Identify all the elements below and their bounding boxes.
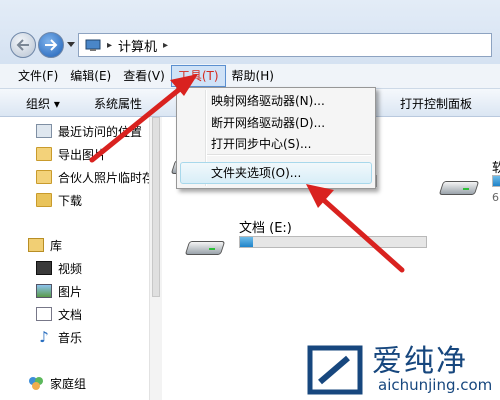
folder-icon xyxy=(36,170,52,184)
document-icon xyxy=(36,307,52,321)
nav-item-videos[interactable]: 视频 xyxy=(36,258,82,278)
drive-e-usage-fill xyxy=(240,237,254,247)
watermark-logo xyxy=(307,345,363,395)
drive-detail-partial: 6 xyxy=(492,191,499,204)
menu-tools[interactable]: 工具(T) xyxy=(170,65,226,87)
drive-partial-right[interactable] xyxy=(438,173,480,199)
menu-help[interactable]: 帮助(H) xyxy=(226,65,280,87)
menu-bar: 文件(F) 编辑(E) 查看(V) 工具(T) 帮助(H) xyxy=(0,64,500,89)
menu-edit[interactable]: 编辑(E) xyxy=(64,65,117,87)
breadcrumb-separator[interactable]: ▸ xyxy=(107,40,112,51)
nav-item-downloads[interactable]: 下载 xyxy=(36,190,82,210)
hard-drive-icon xyxy=(184,233,226,259)
back-arrow-icon xyxy=(16,39,29,51)
libraries-icon xyxy=(28,238,44,252)
nav-item-pictures[interactable]: 图片 xyxy=(36,281,82,301)
video-icon xyxy=(36,261,52,275)
breadcrumb-computer[interactable]: 计算机 xyxy=(118,36,157,55)
scrollbar-thumb[interactable] xyxy=(152,117,160,297)
watermark-title: 爱纯净 xyxy=(372,344,468,379)
menu-file[interactable]: 文件(F) xyxy=(12,65,64,87)
drive-e-usage-bar xyxy=(239,236,427,248)
drive-usage-bar-right xyxy=(492,175,500,187)
tools-menu: 映射网络驱动器(N)... 断开网络驱动器(D)... 打开同步中心(S)...… xyxy=(176,87,376,189)
nav-item-homegroup[interactable]: 家庭组 xyxy=(28,373,86,393)
drive-label-partial: 软 xyxy=(492,161,500,176)
navigation-scrollbar[interactable] xyxy=(149,117,162,400)
watermark: 爱纯净 aichunjing.com xyxy=(300,336,500,400)
hard-drive-icon xyxy=(438,173,480,199)
breadcrumb-caret[interactable]: ▸ xyxy=(163,40,168,51)
address-row: ▸ 计算机 ▸ xyxy=(0,0,500,65)
menu-item-open-sync-center[interactable]: 打开同步中心(S)... xyxy=(211,134,311,154)
computer-icon xyxy=(85,39,101,51)
menu-item-disconnect-network-drive[interactable]: 断开网络驱动器(D)... xyxy=(211,113,325,133)
drive-e-label: 文档 (E:) xyxy=(239,221,292,236)
forward-button[interactable] xyxy=(38,32,64,58)
recent-pages-caret-icon[interactable] xyxy=(67,42,75,47)
menu-item-folder-options[interactable]: 文件夹选项(O)... xyxy=(211,163,301,183)
nav-item-libraries[interactable]: 库 xyxy=(28,235,62,255)
navigation-pane: 最近访问的位置 导出图片 合伙人照片临时存 下载 库 视频 图片 文档 ♪ 音乐… xyxy=(0,117,164,400)
picture-icon xyxy=(36,284,52,298)
menu-item-map-network-drive[interactable]: 映射网络驱动器(N)... xyxy=(211,91,325,111)
downloads-folder-icon xyxy=(36,193,52,207)
organize-button[interactable]: 组织 ▾ xyxy=(26,95,60,112)
menu-view[interactable]: 查看(V) xyxy=(117,65,171,87)
nav-item-export-pictures[interactable]: 导出图片 xyxy=(36,144,106,164)
back-button[interactable] xyxy=(10,32,36,58)
nav-item-recent-places[interactable]: 最近访问的位置 xyxy=(36,121,142,141)
system-properties-button[interactable]: 系统属性 xyxy=(94,95,142,112)
open-control-panel-button[interactable]: 打开控制面板 xyxy=(400,95,472,112)
music-note-icon: ♪ xyxy=(39,328,49,346)
nav-item-partner-photos[interactable]: 合伙人照片临时存 xyxy=(36,167,154,187)
folder-icon xyxy=(36,147,52,161)
recent-places-icon xyxy=(36,124,52,138)
nav-item-documents[interactable]: 文档 xyxy=(36,304,82,324)
watermark-url: aichunjing.com xyxy=(378,376,493,394)
nav-item-music[interactable]: ♪ 音乐 xyxy=(36,327,82,347)
drive-e[interactable] xyxy=(184,233,226,259)
homegroup-icon xyxy=(28,376,44,390)
forward-arrow-icon xyxy=(45,39,58,51)
menu-separator xyxy=(207,154,371,156)
address-bar[interactable]: ▸ 计算机 ▸ xyxy=(78,33,492,57)
